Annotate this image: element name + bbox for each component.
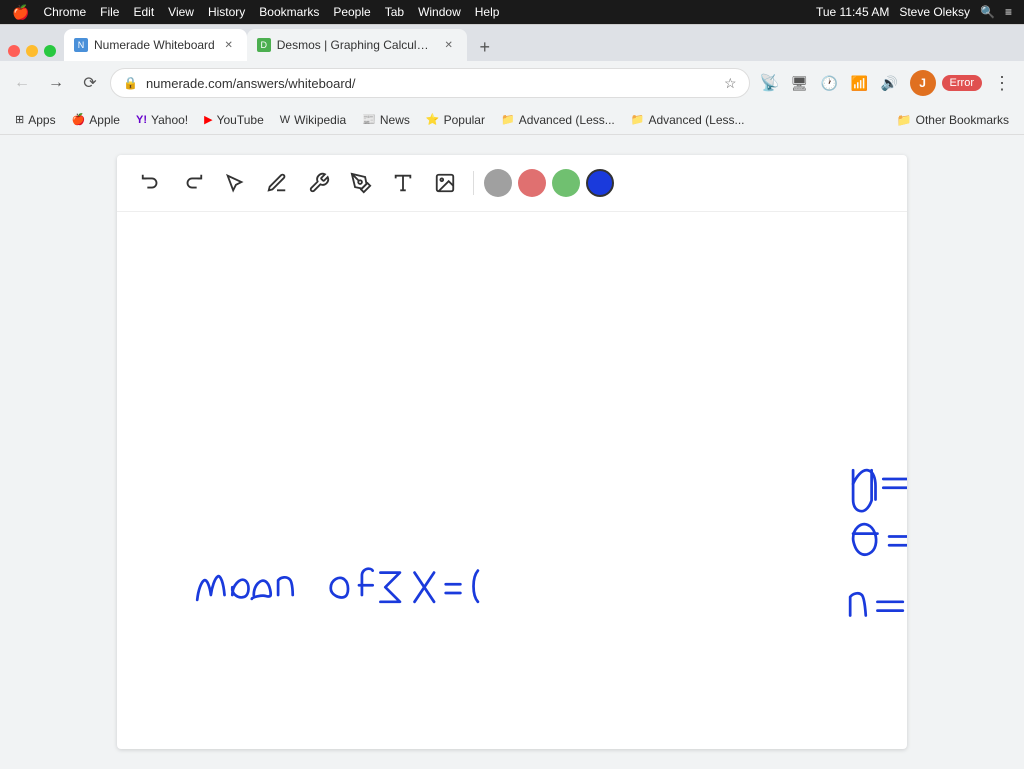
bookmark-folder2-icon: 📁 — [631, 113, 645, 126]
color-separator — [473, 171, 474, 195]
history-clock-icon[interactable]: 🕐 — [816, 69, 844, 97]
mac-menu-file[interactable]: File — [100, 5, 119, 19]
cast-icon[interactable]: 📡 — [756, 69, 784, 97]
back-button[interactable]: ← — [8, 69, 36, 97]
menu-icon[interactable]: ≡ — [1005, 5, 1012, 19]
bookmark-yahoo[interactable]: Y! Yahoo! — [129, 110, 195, 130]
mac-menu-tab[interactable]: Tab — [385, 5, 404, 19]
bookmark-wikipedia-label: Wikipedia — [294, 113, 346, 127]
bookmarks-bar: ⊞ Apps 🍎 Apple Y! Yahoo! ▶ YouTube W Wik… — [0, 105, 1024, 135]
bookmarks-other-label: Other Bookmarks — [916, 113, 1009, 127]
text-tool-button[interactable] — [385, 165, 421, 201]
volume-icon[interactable]: 🔊 — [876, 69, 904, 97]
close-window-button[interactable] — [8, 45, 20, 57]
pencil-tool-button[interactable] — [259, 165, 295, 201]
bookmark-news[interactable]: 📰 News — [355, 110, 417, 130]
bookmark-advanced2-label: Advanced (Less... — [648, 113, 744, 127]
bookmark-news-label: News — [380, 113, 410, 127]
bookmark-apps[interactable]: ⊞ Apps — [8, 110, 63, 130]
apps-icon: ⊞ — [15, 113, 24, 126]
bookmark-youtube-label: YouTube — [217, 113, 264, 127]
new-tab-button[interactable]: + — [471, 33, 499, 61]
bookmark-yahoo-label: Yahoo! — [151, 113, 188, 127]
tab-close-numerade[interactable]: ✕ — [221, 37, 237, 53]
color-green[interactable] — [552, 169, 580, 197]
mac-menu-chrome[interactable]: Chrome — [43, 5, 86, 19]
color-pink[interactable] — [518, 169, 546, 197]
bookmark-youtube[interactable]: ▶ YouTube — [197, 110, 271, 130]
bookmark-wikipedia-icon: W — [280, 114, 290, 126]
tab-bar: N Numerade Whiteboard ✕ D Desmos | Graph… — [0, 25, 1024, 61]
mac-menu-view[interactable]: View — [168, 5, 194, 19]
minimize-window-button[interactable] — [26, 45, 38, 57]
mac-menu-help[interactable]: Help — [475, 5, 500, 19]
forward-button[interactable]: → — [42, 69, 70, 97]
bookmark-popular-label: Popular — [444, 113, 485, 127]
apple-logo-icon[interactable]: 🍎 — [12, 4, 29, 21]
bookmark-advanced1-label: Advanced (Less... — [519, 113, 615, 127]
tools-button[interactable] — [301, 165, 337, 201]
bookmark-apps-label: Apps — [28, 113, 55, 127]
wb-svg-content — [117, 212, 907, 748]
wifi-icon[interactable]: 📶 — [846, 69, 874, 97]
lock-icon: 🔒 — [123, 76, 138, 90]
tab-numerade[interactable]: N Numerade Whiteboard ✕ — [64, 29, 247, 61]
bookmark-popular[interactable]: ⭐ Popular — [419, 110, 492, 130]
whiteboard[interactable] — [117, 155, 907, 749]
whiteboard-container — [0, 135, 1024, 769]
mac-topbar-left: 🍎 Chrome File Edit View History Bookmark… — [12, 4, 499, 21]
mac-menu-bookmarks[interactable]: Bookmarks — [259, 5, 319, 19]
error-badge[interactable]: Error — [942, 75, 982, 91]
tab-favicon-desmos: D — [257, 38, 271, 52]
select-tool-button[interactable] — [217, 165, 253, 201]
mac-menu-history[interactable]: History — [208, 5, 245, 19]
reload-button[interactable]: ⟳ — [76, 69, 104, 97]
chrome-toolbar-icons: 📡 🖥 🕐 📶 🔊 — [756, 69, 904, 97]
address-bar[interactable]: 🔒 numerade.com/answers/whiteboard/ ☆ — [110, 68, 750, 98]
wb-canvas[interactable] — [117, 212, 907, 748]
bookmarks-other[interactable]: 📁 Other Bookmarks — [890, 110, 1016, 130]
mac-menu-window[interactable]: Window — [418, 5, 461, 19]
bookmark-star-icon[interactable]: ☆ — [724, 75, 737, 92]
bookmark-youtube-icon: ▶ — [204, 113, 212, 126]
screencast-icon[interactable]: 🖥 — [786, 69, 814, 97]
search-icon[interactable]: 🔍 — [980, 5, 995, 19]
mac-topbar-right: Tue 11:45 AM Steve Oleksy 🔍 ≡ — [816, 5, 1012, 19]
tab-title-numerade: Numerade Whiteboard — [94, 38, 215, 52]
image-tool-button[interactable] — [427, 165, 463, 201]
bookmark-folder1-icon: 📁 — [501, 113, 515, 126]
bookmark-advanced2[interactable]: 📁 Advanced (Less... — [624, 110, 752, 130]
bookmark-apple[interactable]: 🍎 Apple — [65, 110, 127, 130]
bookmark-advanced1[interactable]: 📁 Advanced (Less... — [494, 110, 622, 130]
mac-menu-edit[interactable]: Edit — [133, 5, 154, 19]
bookmarks-folder-icon: 📁 — [897, 113, 912, 127]
wb-toolbar — [117, 155, 907, 212]
color-gray[interactable] — [484, 169, 512, 197]
tab-favicon-numerade: N — [74, 38, 88, 52]
address-bar-row: ← → ⟳ 🔒 numerade.com/answers/whiteboard/… — [0, 61, 1024, 105]
bookmark-apple-icon: 🍎 — [72, 113, 86, 126]
chrome-menu-button[interactable]: ⋮ — [988, 69, 1016, 97]
tab-title-desmos: Desmos | Graphing Calculat... — [277, 38, 435, 52]
bookmark-wikipedia[interactable]: W Wikipedia — [273, 110, 353, 130]
redo-button[interactable] — [175, 165, 211, 201]
mac-menu-people[interactable]: People — [333, 5, 370, 19]
color-blue[interactable] — [586, 169, 614, 197]
tab-desmos[interactable]: D Desmos | Graphing Calculat... ✕ — [247, 29, 467, 61]
bookmark-popular-icon: ⭐ — [426, 113, 440, 126]
mac-topbar: 🍎 Chrome File Edit View History Bookmark… — [0, 0, 1024, 24]
mac-user: Steve Oleksy — [899, 5, 970, 19]
tab-close-desmos[interactable]: ✕ — [441, 37, 457, 53]
profile-avatar[interactable]: J — [910, 70, 936, 96]
bookmark-news-icon: 📰 — [362, 113, 376, 126]
maximize-window-button[interactable] — [44, 45, 56, 57]
marker-tool-button[interactable] — [343, 165, 379, 201]
address-text: numerade.com/answers/whiteboard/ — [146, 76, 716, 91]
address-icons: ☆ — [724, 75, 737, 92]
bookmark-apple-label: Apple — [89, 113, 120, 127]
chrome-window: N Numerade Whiteboard ✕ D Desmos | Graph… — [0, 24, 1024, 769]
mac-time: Tue 11:45 AM — [816, 5, 889, 19]
bookmark-yahoo-icon: Y! — [136, 114, 147, 126]
undo-button[interactable] — [133, 165, 169, 201]
